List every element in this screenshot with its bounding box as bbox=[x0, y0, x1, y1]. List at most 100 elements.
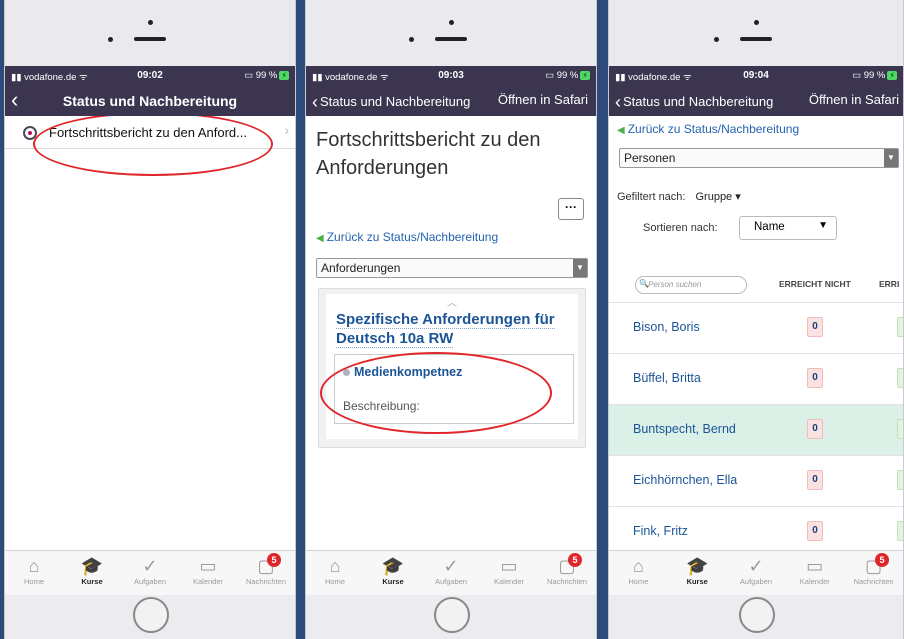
tab-home[interactable]: ⌂ Home bbox=[5, 555, 63, 586]
bullet-icon bbox=[343, 369, 350, 376]
dropdown-caret-icon: ▼ bbox=[884, 149, 898, 167]
chat-bubble-icon: ▢ bbox=[865, 556, 883, 576]
status-bar: ▮▮ vodafone.de ᯤ 09:04 ▭ 99 % ⚡ bbox=[609, 66, 903, 86]
phone-bezel-top bbox=[5, 0, 295, 66]
battery-icon: ⚡ bbox=[887, 71, 897, 80]
sensor-icon bbox=[714, 37, 719, 42]
arrow-left-icon: ◀ bbox=[316, 233, 324, 244]
back-button[interactable]: ‹ Status und Nachbereitung bbox=[615, 92, 773, 113]
table-row[interactable]: Eichhörnchen, Ella 0 bbox=[609, 455, 903, 506]
reached-count[interactable] bbox=[897, 521, 903, 541]
page-title: Fortschrittsbericht zu den Anforderungen bbox=[316, 129, 541, 179]
home-button[interactable] bbox=[133, 597, 169, 633]
home-button[interactable] bbox=[434, 597, 470, 633]
group-filter-dropdown[interactable]: Gruppe ▾ bbox=[695, 191, 740, 203]
battery-indicator: ▭ 99 % ⚡ bbox=[244, 70, 289, 81]
phone-screen-1: ▮▮ vodafone.de ᯤ 09:02 ▭ 99 % ⚡ ‹ Status … bbox=[4, 0, 296, 639]
content-area: Fortschrittsbericht zu den Anford... › bbox=[5, 116, 295, 551]
speaker-icon bbox=[740, 37, 772, 41]
back-to-status-link[interactable]: ◀ Zurück zu Status/Nachbereitung bbox=[316, 230, 498, 244]
table-row[interactable]: Buntspecht, Bernd 0 bbox=[609, 404, 903, 455]
target-icon bbox=[23, 126, 37, 140]
reached-count[interactable] bbox=[897, 419, 903, 439]
not-reached-count[interactable]: 0 bbox=[807, 317, 823, 337]
reached-count[interactable] bbox=[897, 470, 903, 490]
reached-count[interactable] bbox=[897, 317, 903, 337]
not-reached-count[interactable]: 0 bbox=[807, 419, 823, 439]
battery-icon: ⚡ bbox=[580, 71, 590, 80]
col-header-reached[interactable]: ERRI bbox=[879, 279, 899, 289]
col-header-not-reached[interactable]: ERREICHT NICHT bbox=[779, 279, 851, 289]
nav-title: Status und Nachbereitung bbox=[62, 93, 238, 109]
tab-bar: ⌂ Home 🎓 Kurse ✓ Aufgaben ▭ Kalender ▢ Nachri… bbox=[609, 550, 903, 595]
phone-bezel-top bbox=[306, 0, 596, 66]
person-name[interactable]: Buntspecht, Bernd bbox=[633, 422, 736, 436]
more-options-button[interactable]: ··· bbox=[558, 198, 584, 220]
table-row[interactable]: Bison, Boris 0 bbox=[609, 302, 903, 353]
collapse-chevron-icon[interactable]: ︿ bbox=[326, 294, 578, 309]
tab-aufgaben[interactable]: ✓ Aufgaben bbox=[727, 555, 786, 586]
notification-badge: 5 bbox=[267, 553, 281, 567]
specific-requirements-title[interactable]: Spezifische Anforderungen für Deutsch 10… bbox=[336, 310, 572, 348]
graduation-cap-icon: 🎓 bbox=[685, 556, 709, 576]
tab-home[interactable]: ⌂ Home bbox=[306, 555, 364, 586]
progress-report-list-item[interactable]: Fortschrittsbericht zu den Anford... › bbox=[5, 116, 295, 149]
reached-count[interactable] bbox=[897, 368, 903, 388]
open-in-safari-button[interactable]: Öffnen in Safari bbox=[809, 92, 899, 107]
back-to-status-link[interactable]: ◀ Zurück zu Status/Nachbereitung bbox=[617, 122, 799, 136]
chevron-right-icon: › bbox=[284, 122, 289, 138]
home-button[interactable] bbox=[739, 597, 775, 633]
checkmark-icon: ✓ bbox=[443, 556, 459, 576]
not-reached-count[interactable]: 0 bbox=[807, 470, 823, 490]
not-reached-count[interactable]: 0 bbox=[807, 368, 823, 388]
requirements-card-inner: ︿ Spezifische Anforderungen für Deutsch … bbox=[326, 294, 578, 439]
chat-bubble-icon: ▢ bbox=[257, 556, 275, 576]
calendar-icon: ▭ bbox=[500, 556, 518, 576]
person-name[interactable]: Bison, Boris bbox=[633, 320, 700, 334]
tab-nachrichten[interactable]: ▢ Nachrichten 5 bbox=[844, 553, 903, 586]
tab-kurse[interactable]: 🎓 Kurse bbox=[668, 555, 727, 586]
checkmark-icon: ✓ bbox=[748, 556, 764, 576]
tab-aufgaben[interactable]: ✓ Aufgaben bbox=[422, 555, 480, 586]
graduation-cap-icon: 🎓 bbox=[80, 556, 104, 576]
phone-screen-2: ▮▮ vodafone.de ᯤ 09:03 ▭ 99 % ⚡ ‹ Status u… bbox=[305, 0, 597, 639]
tab-aufgaben[interactable]: ✓ Aufgaben bbox=[121, 555, 179, 586]
person-name[interactable]: Eichhörnchen, Ella bbox=[633, 473, 737, 487]
arrow-left-icon: ◀ bbox=[617, 125, 625, 136]
table-row[interactable]: Büffel, Britta 0 bbox=[609, 353, 903, 404]
speaker-icon bbox=[134, 37, 166, 41]
view-select[interactable]: Anforderungen ▼ bbox=[316, 258, 588, 278]
person-name[interactable]: Fink, Fritz bbox=[633, 524, 688, 538]
back-button[interactable]: ‹ Status und Nachbereitung bbox=[312, 92, 470, 113]
view-select[interactable]: Personen ▼ bbox=[619, 148, 899, 168]
sort-select[interactable]: Name ▼ bbox=[739, 216, 837, 240]
tab-kalender[interactable]: ▭ Kalender bbox=[480, 555, 538, 586]
phone-screen-3: ▮▮ vodafone.de ᯤ 09:04 ▭ 99 % ⚡ ‹ Status u… bbox=[608, 0, 904, 639]
nav-bar: ‹ Status und Nachbereitung Öffnen in Safa… bbox=[306, 86, 596, 116]
battery-indicator: ▭ 99 % ⚡ bbox=[852, 70, 897, 81]
description-label: Beschreibung: bbox=[343, 399, 420, 413]
notification-badge: 5 bbox=[874, 553, 889, 567]
not-reached-count[interactable]: 0 bbox=[807, 521, 823, 541]
back-chevron-icon: ‹ bbox=[312, 92, 318, 112]
person-name[interactable]: Büffel, Britta bbox=[633, 371, 701, 385]
home-icon: ⌂ bbox=[632, 556, 644, 576]
tab-nachrichten[interactable]: ▢ Nachrichten 5 bbox=[538, 553, 596, 586]
status-bar: ▮▮ vodafone.de ᯤ 09:03 ▭ 99 % ⚡ bbox=[306, 66, 596, 86]
tab-nachrichten[interactable]: ▢ Nachrichten 5 bbox=[237, 553, 295, 586]
phone-bezel-bottom bbox=[5, 595, 295, 639]
tab-home[interactable]: ⌂ Home bbox=[609, 555, 668, 586]
table-row[interactable]: Fink, Fritz 0 bbox=[609, 506, 903, 551]
calendar-icon: ▭ bbox=[199, 556, 217, 576]
tab-kalender[interactable]: ▭ Kalender bbox=[179, 555, 237, 586]
phone-bezel-bottom bbox=[609, 595, 903, 639]
tab-kurse[interactable]: 🎓 Kurse bbox=[364, 555, 422, 586]
status-bar: ▮▮ vodafone.de ᯤ 09:02 ▭ 99 % ⚡ bbox=[5, 66, 295, 86]
person-search-input[interactable]: 🔍 Person suchen bbox=[635, 276, 747, 294]
competence-link[interactable]: Medienkompetnez bbox=[343, 365, 462, 379]
tab-kalender[interactable]: ▭ Kalender bbox=[785, 555, 844, 586]
open-in-safari-button[interactable]: Öffnen in Safari bbox=[498, 92, 588, 107]
nav-bar: ‹ Status und Nachbereitung bbox=[5, 86, 295, 116]
tab-kurse[interactable]: 🎓 Kurse bbox=[63, 555, 121, 586]
sort-label: Sortieren nach: bbox=[643, 222, 718, 234]
